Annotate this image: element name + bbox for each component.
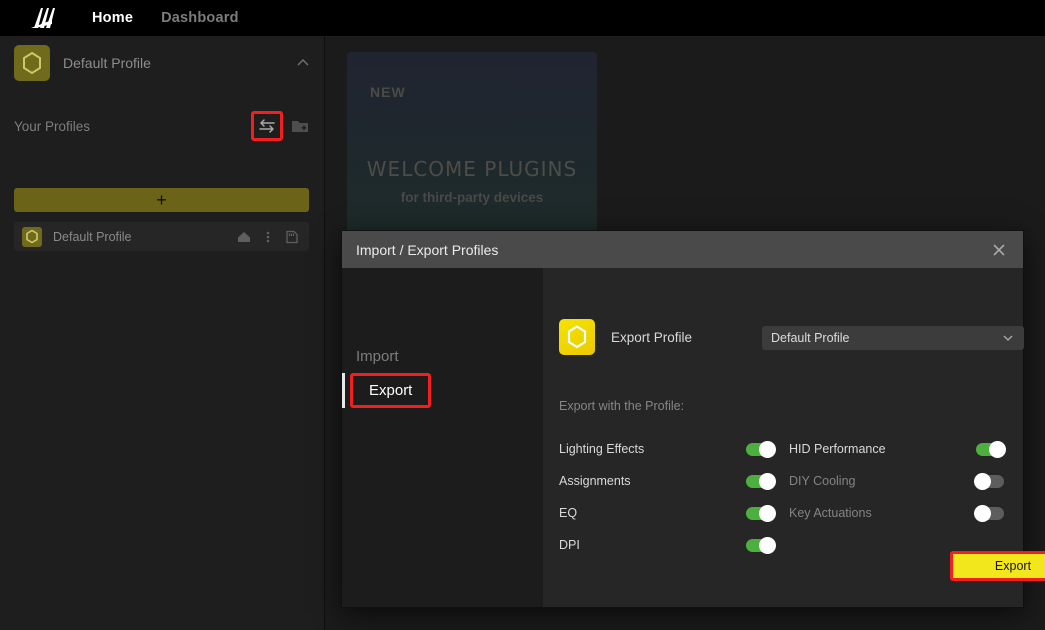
- dialog-body: Import Export Export Profile Default Pro…: [342, 268, 1023, 607]
- folder-add-icon-glyph: [291, 118, 309, 134]
- dialog-content-pane: Export Profile Default Profile Export wi…: [543, 268, 1023, 607]
- dialog-footer: Export Cancel: [543, 545, 1023, 607]
- your-profiles-label: Your Profiles: [14, 119, 251, 134]
- list-item-label: Default Profile: [53, 230, 229, 244]
- dialog-sidebar: Import Export: [342, 268, 543, 607]
- option-eq: EQ: [559, 497, 774, 529]
- exchange-arrows-icon[interactable]: [258, 118, 276, 134]
- export-with-label: Export with the Profile:: [559, 399, 684, 413]
- hexagon-icon: [22, 227, 42, 247]
- option-key-actuations: Key Actuations: [789, 497, 1004, 529]
- hexagon-icon-glyph: [21, 51, 43, 75]
- option-label: DIY Cooling: [789, 474, 976, 488]
- dialog-title-bar: Import / Export Profiles: [342, 231, 1023, 268]
- option-label: Assignments: [559, 474, 746, 488]
- hexagon-icon: [559, 319, 595, 355]
- toggle-knob: [759, 441, 776, 458]
- toggle-key-actuations[interactable]: [976, 507, 1004, 520]
- add-profile-button[interactable]: +: [14, 188, 309, 212]
- toggle-lighting-effects[interactable]: [746, 443, 774, 456]
- option-lighting-effects: Lighting Effects: [559, 433, 774, 465]
- hexagon-icon: [14, 45, 50, 81]
- active-profile-name: Default Profile: [63, 55, 295, 71]
- toggle-hid-performance[interactable]: [976, 443, 1004, 456]
- active-profile-header[interactable]: Default Profile: [0, 36, 325, 90]
- hexagon-icon-glyph: [25, 229, 39, 244]
- nav-item-home[interactable]: Home: [92, 10, 133, 26]
- option-label: Key Actuations: [789, 506, 976, 520]
- app-window: Home Dashboard Default Profile Your Prof…: [0, 0, 1045, 630]
- export-profile-row: Export Profile Default Profile: [559, 319, 1009, 355]
- export-options-right-column: HID Performance DIY Cooling Key Actuatio…: [789, 433, 1004, 529]
- chevron-down-icon: [1001, 331, 1015, 345]
- option-assignments: Assignments: [559, 465, 774, 497]
- profile-select[interactable]: Default Profile: [762, 326, 1024, 350]
- tab-import[interactable]: Import: [356, 348, 399, 365]
- import-export-dialog: Import / Export Profiles Import Export: [342, 231, 1023, 607]
- import-export-highlight: [251, 111, 283, 141]
- option-diy-cooling: DIY Cooling: [789, 465, 1004, 497]
- home-icon[interactable]: [235, 228, 253, 246]
- your-profiles-row: Your Profiles: [0, 108, 325, 144]
- profile-select-value: Default Profile: [771, 331, 1001, 345]
- toggle-knob: [759, 473, 776, 490]
- nav-item-dashboard[interactable]: Dashboard: [161, 10, 239, 26]
- promo-badge: NEW: [370, 84, 406, 100]
- promo-title: WELCOME PLUGINS: [347, 157, 597, 181]
- corsair-sails-logo: [28, 7, 58, 29]
- option-label: EQ: [559, 506, 746, 520]
- toggle-knob: [759, 505, 776, 522]
- export-options-left-column: Lighting Effects Assignments EQ DPI: [559, 433, 774, 561]
- folder-add-icon[interactable]: [289, 115, 311, 137]
- toggle-assignments[interactable]: [746, 475, 774, 488]
- top-navigation-bar: Home Dashboard: [0, 0, 1045, 36]
- close-icon[interactable]: [989, 240, 1009, 260]
- toggle-knob: [974, 505, 991, 522]
- toggle-eq[interactable]: [746, 507, 774, 520]
- promo-subtitle: for third-party devices: [347, 190, 597, 205]
- option-hid-performance: HID Performance: [789, 433, 1004, 465]
- chevron-up-icon[interactable]: [295, 55, 311, 71]
- toggle-knob: [989, 441, 1006, 458]
- dialog-title: Import / Export Profiles: [356, 242, 989, 258]
- tab-export[interactable]: Export: [350, 373, 431, 408]
- option-label: HID Performance: [789, 442, 976, 456]
- toggle-knob: [974, 473, 991, 490]
- export-button[interactable]: Export: [950, 551, 1045, 581]
- hexagon-icon-glyph: [565, 324, 589, 350]
- left-sidebar: Default Profile Your Profiles +: [0, 36, 325, 630]
- export-profile-label: Export Profile: [611, 330, 731, 345]
- active-tab-indicator: [342, 373, 345, 408]
- more-vertical-icon[interactable]: [259, 228, 277, 246]
- option-label: Lighting Effects: [559, 442, 746, 456]
- list-item[interactable]: Default Profile: [14, 222, 309, 251]
- sd-card-icon[interactable]: [283, 228, 301, 246]
- toggle-diy-cooling[interactable]: [976, 475, 1004, 488]
